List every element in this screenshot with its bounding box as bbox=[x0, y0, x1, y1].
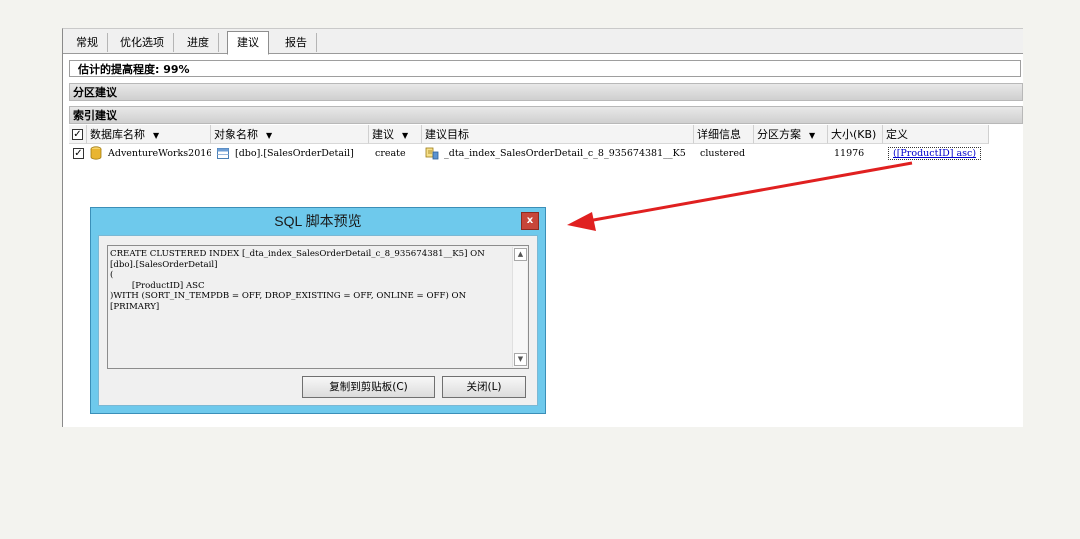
close-button[interactable]: 关闭(L) bbox=[442, 376, 526, 398]
arrow-head bbox=[567, 212, 596, 231]
arrow-shaft bbox=[587, 161, 913, 223]
dialog-body: CREATE CLUSTERED INDEX [_dta_index_Sales… bbox=[98, 235, 538, 406]
close-icon[interactable]: x bbox=[521, 212, 539, 230]
scroll-up-icon[interactable]: ▲ bbox=[514, 248, 527, 261]
scroll-down-icon[interactable]: ▼ bbox=[514, 353, 527, 366]
dialog-title: SQL 脚本预览 bbox=[274, 213, 362, 229]
sql-script-text: CREATE CLUSTERED INDEX [_dta_index_Sales… bbox=[110, 249, 485, 312]
sql-script-preview-dialog: SQL 脚本预览 x CREATE CLUSTERED INDEX [_dta_… bbox=[90, 207, 546, 414]
vertical-scrollbar[interactable]: ▲ ▼ bbox=[512, 247, 527, 367]
copy-to-clipboard-button[interactable]: 复制到剪贴板(C) bbox=[302, 376, 435, 398]
sql-script-textbox[interactable]: CREATE CLUSTERED INDEX [_dta_index_Sales… bbox=[107, 245, 529, 369]
